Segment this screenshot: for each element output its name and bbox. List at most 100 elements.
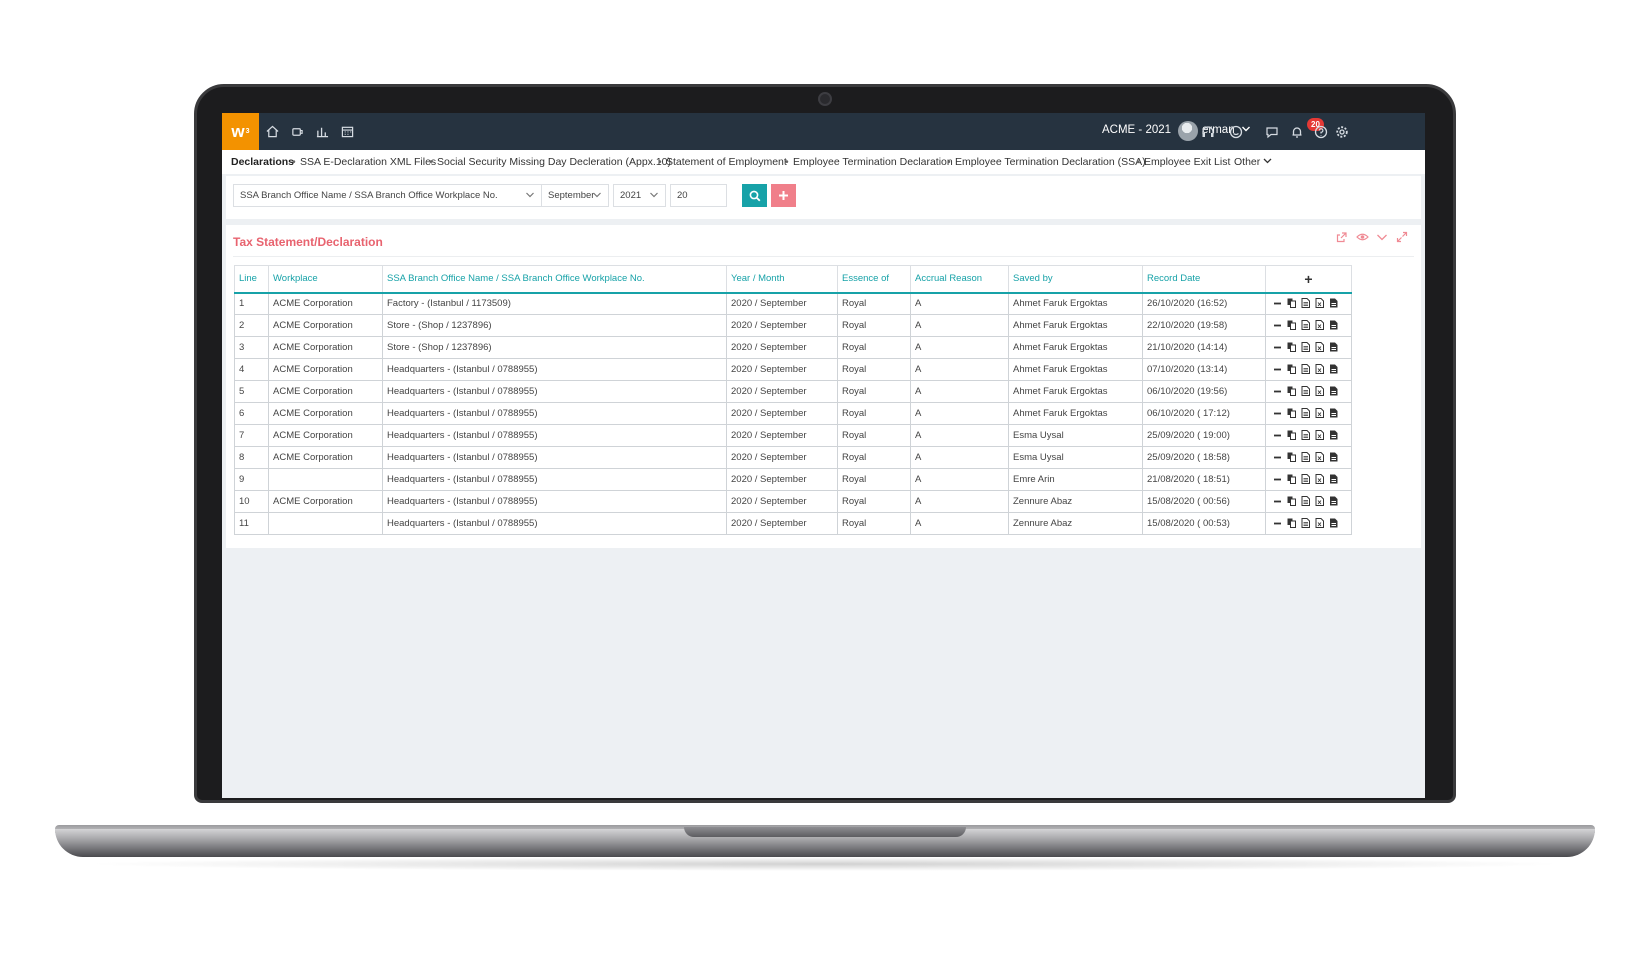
calendar-icon[interactable]	[339, 123, 356, 140]
subnav-item-termination-ssa[interactable]: Employee Termination Declaration (SSA)	[955, 156, 1146, 168]
document-icon[interactable]	[1298, 429, 1312, 442]
document-icon[interactable]	[1298, 473, 1312, 486]
year-select[interactable]: 2021	[613, 184, 666, 207]
document-icon[interactable]	[1298, 297, 1312, 310]
col-year-month[interactable]: Year / Month	[726, 265, 838, 294]
table-row[interactable]: 3 ACME Corporation Store - (Shop / 1237896…	[234, 336, 1352, 359]
file-icon[interactable]	[1326, 474, 1340, 486]
table-row[interactable]: 6 ACME Corporation Headquarters - (Istanbu…	[234, 402, 1352, 425]
table-row[interactable]: 10 ACME Corporation Headquarters - (Istanb…	[234, 490, 1352, 513]
chart-icon[interactable]	[314, 123, 331, 140]
file-icon[interactable]	[1326, 408, 1340, 420]
bell-icon[interactable]	[1288, 123, 1305, 140]
excel-icon[interactable]	[1312, 473, 1326, 486]
copy-icon[interactable]	[1284, 518, 1298, 530]
document-icon[interactable]	[1298, 341, 1312, 354]
col-essence[interactable]: Essence of	[837, 265, 911, 294]
copy-icon[interactable]	[1284, 364, 1298, 376]
copy-icon[interactable]	[1284, 408, 1298, 420]
document-icon[interactable]	[1298, 517, 1312, 530]
expand-icon[interactable]	[1395, 231, 1409, 246]
app-logo[interactable]: w3	[222, 113, 259, 150]
table-row[interactable]: 1 ACME Corporation Factory - (Istanbul / 1…	[234, 292, 1352, 315]
copy-icon[interactable]	[1284, 342, 1298, 354]
col-accrual-reason[interactable]: Accrual Reason	[910, 265, 1009, 294]
minus-icon[interactable]	[1270, 387, 1284, 398]
file-icon[interactable]	[1326, 386, 1340, 398]
subnav-other[interactable]: Other	[1234, 156, 1272, 168]
copy-icon[interactable]	[1284, 320, 1298, 332]
minus-icon[interactable]	[1270, 431, 1284, 442]
file-icon[interactable]	[1326, 452, 1340, 464]
coffee-icon[interactable]	[289, 123, 306, 140]
table-row[interactable]: 8 ACME Corporation Headquarters - (Istanbu…	[234, 446, 1352, 469]
copy-icon[interactable]	[1284, 452, 1298, 464]
avatar[interactable]	[1178, 121, 1198, 141]
subnav-item-declarations[interactable]: Declarations	[231, 156, 294, 168]
table-row[interactable]: 4 ACME Corporation Headquarters - (Istanbu…	[234, 358, 1352, 381]
document-icon[interactable]	[1298, 363, 1312, 376]
minus-icon[interactable]	[1270, 299, 1284, 310]
minus-icon[interactable]	[1270, 475, 1284, 486]
eye-icon[interactable]	[1355, 231, 1369, 246]
excel-icon[interactable]	[1312, 495, 1326, 508]
copy-icon[interactable]	[1284, 298, 1298, 310]
copy-icon[interactable]	[1284, 386, 1298, 398]
minus-icon[interactable]	[1270, 343, 1284, 354]
file-icon[interactable]	[1326, 518, 1340, 530]
table-row[interactable]: 2 ACME Corporation Store - (Shop / 1237896…	[234, 314, 1352, 337]
subnav-item-termination[interactable]: Employee Termination Declaration	[793, 156, 953, 168]
table-row[interactable]: 7 ACME Corporation Headquarters - (Istanbu…	[234, 424, 1352, 447]
month-select[interactable]: September	[541, 184, 609, 207]
help-icon[interactable]	[1312, 123, 1329, 140]
table-row[interactable]: 9 Headquarters - (Istanbul / 0788955) 2020…	[234, 468, 1352, 491]
add-row-button[interactable]: +	[1265, 265, 1352, 294]
file-icon[interactable]	[1326, 342, 1340, 354]
chat-icon[interactable]	[1263, 123, 1280, 140]
gear-icon[interactable]	[1333, 123, 1350, 140]
subnav-item-exit-list[interactable]: Employee Exit List	[1144, 156, 1230, 168]
excel-icon[interactable]	[1312, 385, 1326, 398]
search-button[interactable]	[742, 184, 767, 207]
document-icon[interactable]	[1298, 319, 1312, 332]
export-icon[interactable]	[1335, 231, 1349, 246]
headset-icon[interactable]	[1199, 123, 1216, 140]
subnav-item-missing-day[interactable]: Social Security Missing Day Decleration …	[437, 156, 671, 168]
col-workplace[interactable]: Workplace	[268, 265, 383, 294]
document-icon[interactable]	[1298, 451, 1312, 464]
excel-icon[interactable]	[1312, 319, 1326, 332]
minus-icon[interactable]	[1270, 453, 1284, 464]
table-row[interactable]: 5 ACME Corporation Headquarters - (Istanbu…	[234, 380, 1352, 403]
copy-icon[interactable]	[1284, 496, 1298, 508]
count-input[interactable]: 20	[670, 184, 727, 207]
file-icon[interactable]	[1326, 364, 1340, 376]
minus-icon[interactable]	[1270, 365, 1284, 376]
excel-icon[interactable]	[1312, 451, 1326, 464]
subnav-item-xml-files[interactable]: SSA E-Declaration XML Files	[300, 156, 436, 168]
chevron-down-icon[interactable]	[1375, 231, 1389, 246]
add-button[interactable]	[771, 184, 796, 207]
excel-icon[interactable]	[1312, 341, 1326, 354]
excel-icon[interactable]	[1312, 297, 1326, 310]
minus-icon[interactable]	[1270, 409, 1284, 420]
excel-icon[interactable]	[1312, 363, 1326, 376]
minus-icon[interactable]	[1270, 321, 1284, 332]
company-selector[interactable]: ACME - 2021	[1102, 124, 1171, 136]
excel-icon[interactable]	[1312, 429, 1326, 442]
table-row[interactable]: 11 Headquarters - (Istanbul / 0788955) 202…	[234, 512, 1352, 535]
home-icon[interactable]	[264, 123, 281, 140]
smile-icon[interactable]	[1227, 123, 1244, 140]
document-icon[interactable]	[1298, 385, 1312, 398]
subnav-item-statement-of-employment[interactable]: Statement of Employment	[666, 156, 787, 168]
col-record-date[interactable]: Record Date	[1142, 265, 1266, 294]
document-icon[interactable]	[1298, 407, 1312, 420]
minus-icon[interactable]	[1270, 519, 1284, 530]
col-line[interactable]: Line	[234, 265, 269, 294]
col-branch[interactable]: SSA Branch Office Name / SSA Branch Offi…	[382, 265, 727, 294]
file-icon[interactable]	[1326, 496, 1340, 508]
excel-icon[interactable]	[1312, 407, 1326, 420]
col-saved-by[interactable]: Saved by	[1008, 265, 1143, 294]
document-icon[interactable]	[1298, 495, 1312, 508]
file-icon[interactable]	[1326, 430, 1340, 442]
file-icon[interactable]	[1326, 298, 1340, 310]
